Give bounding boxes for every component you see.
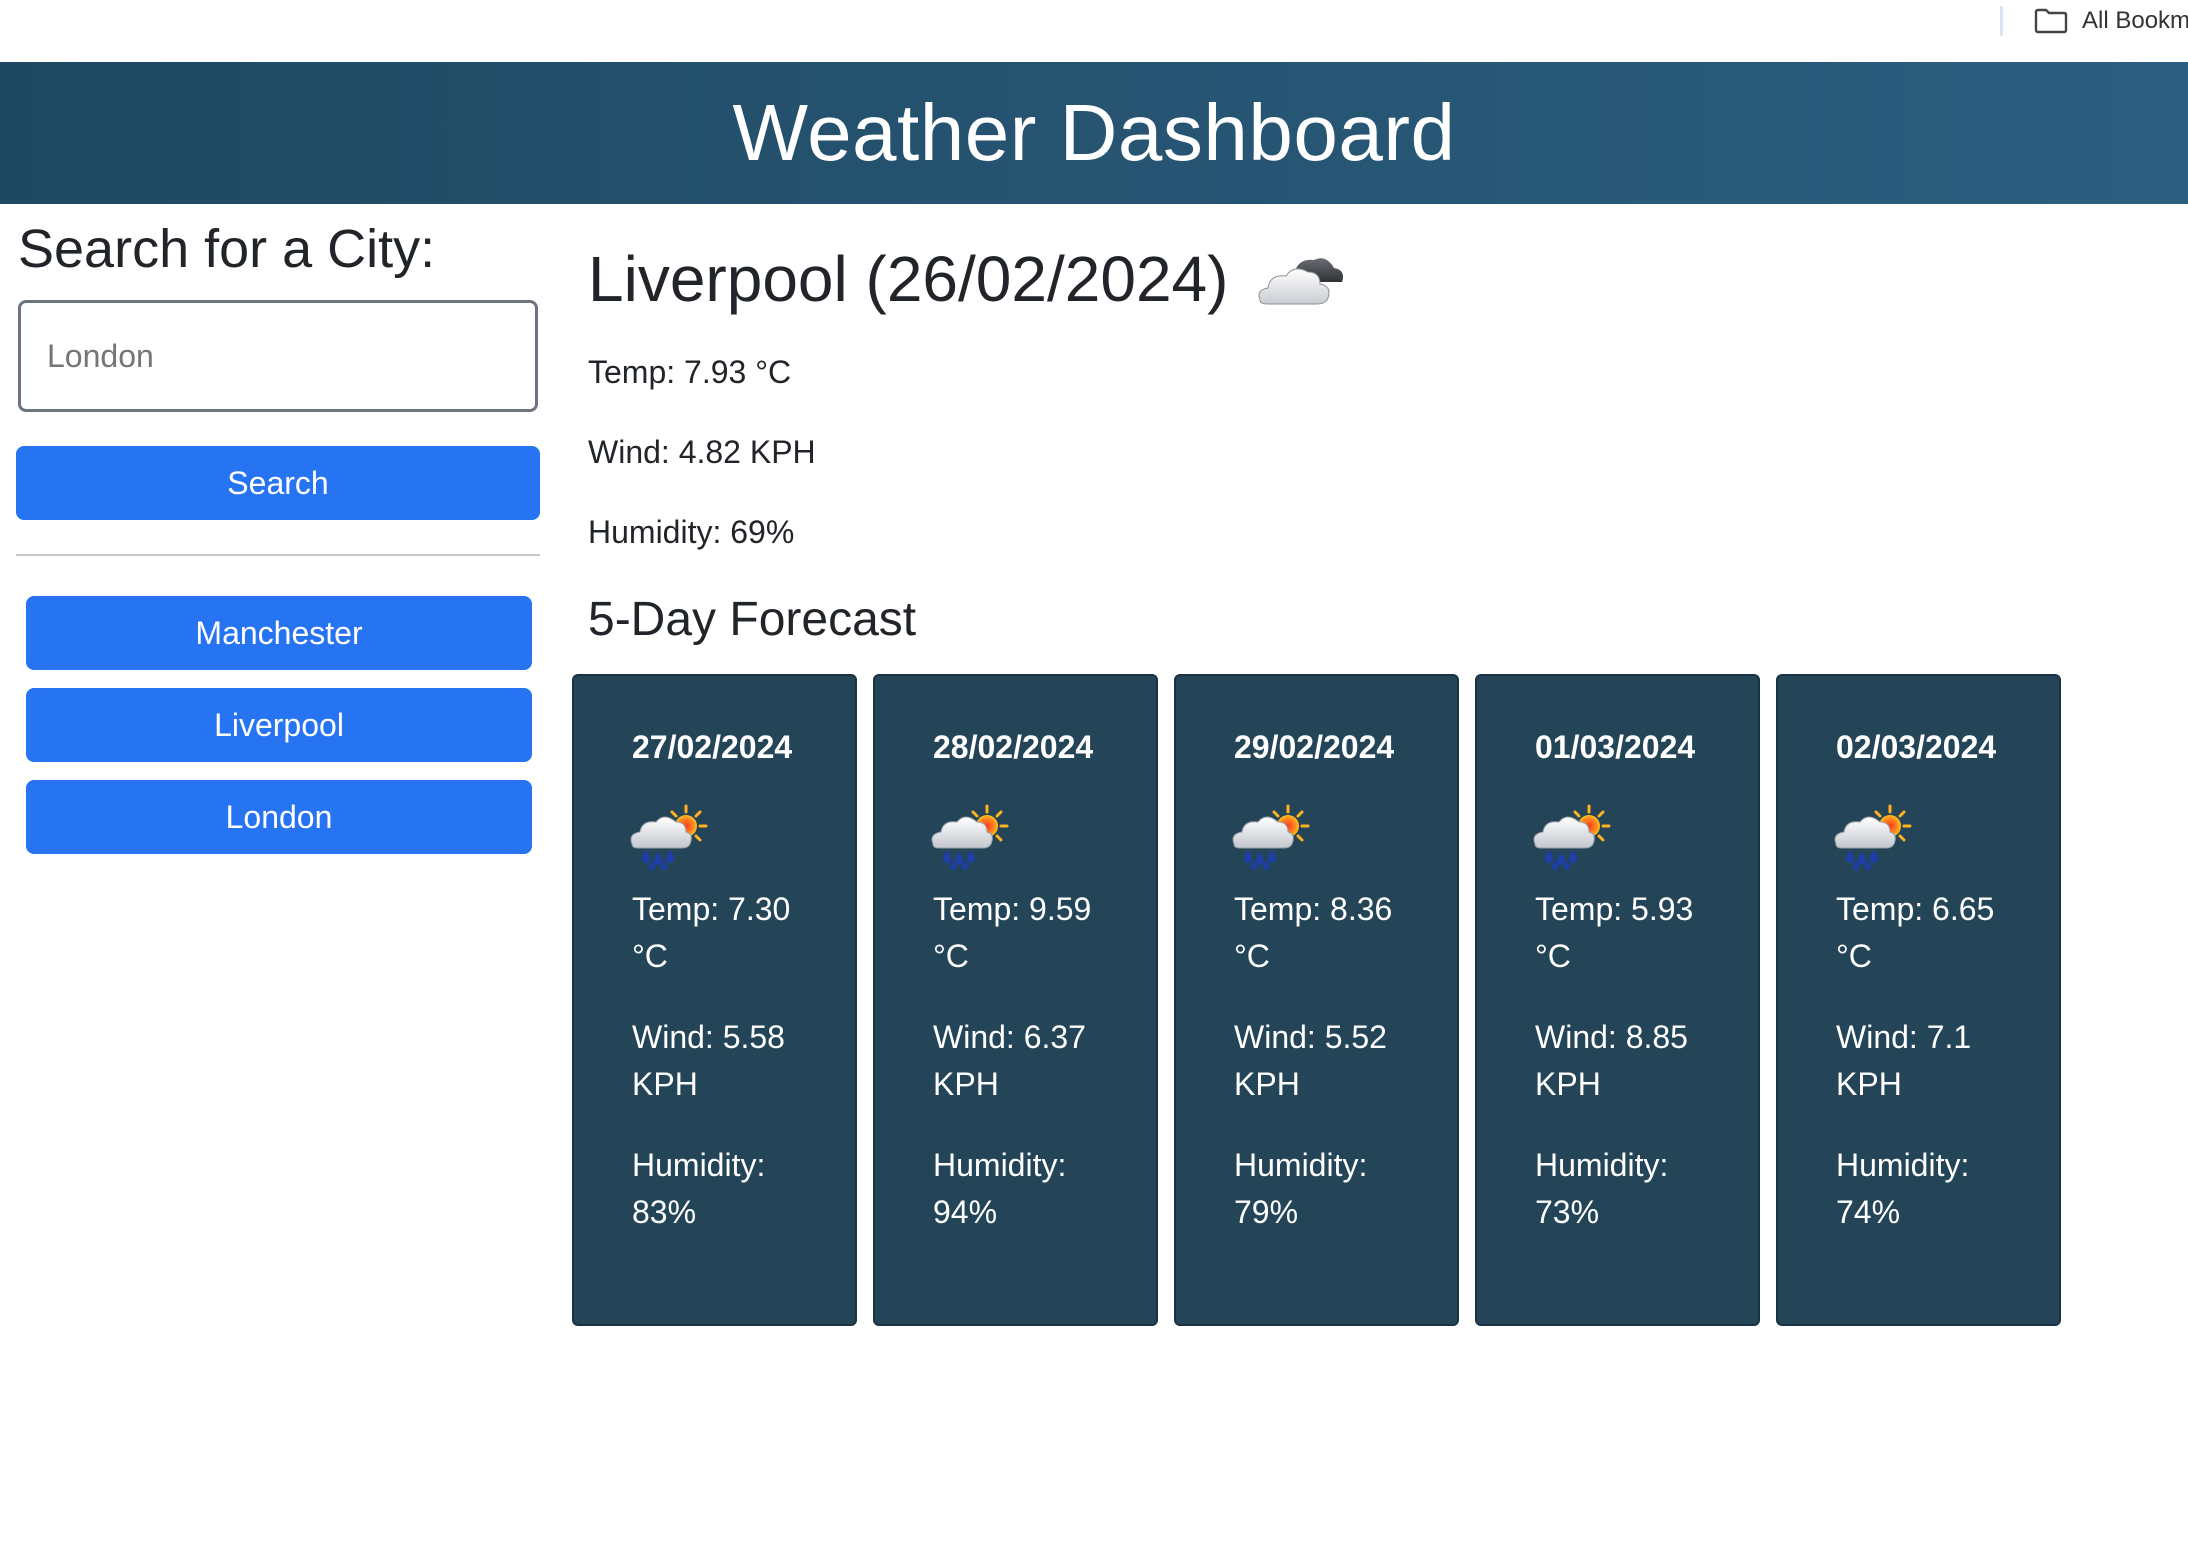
rain-sun-cloud-icon bbox=[1532, 804, 1611, 872]
bookmarks-divider bbox=[2000, 6, 2003, 36]
cloud-icon bbox=[1258, 258, 1344, 305]
forecast-wind: Wind: 5.52 KPH bbox=[1234, 1019, 1387, 1102]
city-search-input[interactable] bbox=[18, 300, 538, 412]
forecast-date: 01/03/2024 bbox=[1535, 729, 1696, 765]
forecast-wind: Wind: 6.37 KPH bbox=[933, 1019, 1086, 1102]
forecast-wind: Wind: 5.58 KPH bbox=[632, 1019, 785, 1102]
page-title: Weather Dashboard bbox=[732, 88, 1456, 177]
forecast-card: 02/03/2024 Temp: 6.65 °C Wind: 7.1 KPH H… bbox=[1776, 674, 2061, 1326]
forecast-humidity: Humidity: 79% bbox=[1234, 1147, 1368, 1230]
folder-icon bbox=[2034, 8, 2068, 34]
forecast-wind: Wind: 8.85 KPH bbox=[1535, 1019, 1688, 1102]
forecast-humidity: Humidity: 83% bbox=[632, 1147, 766, 1230]
current-humidity: Humidity: 69% bbox=[588, 514, 795, 550]
current-wind: Wind: 4.82 KPH bbox=[588, 434, 816, 470]
forecast-date: 28/02/2024 bbox=[933, 729, 1094, 765]
forecast-humidity: Humidity: 73% bbox=[1535, 1147, 1669, 1230]
forecast-temp: Temp: 7.30 °C bbox=[632, 891, 791, 974]
forecast-card: 29/02/2024 Temp: 8.36 °C Wind: 5.52 KPH … bbox=[1174, 674, 1459, 1326]
sidebar-divider bbox=[16, 554, 540, 556]
current-city-date: Liverpool (26/02/2024) bbox=[588, 243, 1229, 315]
rain-sun-cloud-icon bbox=[1231, 804, 1310, 872]
history-button-liverpool[interactable]: Liverpool bbox=[26, 688, 532, 762]
forecast-date: 29/02/2024 bbox=[1234, 729, 1395, 765]
current-temp: Temp: 7.93 °C bbox=[588, 354, 792, 390]
forecast-humidity: Humidity: 94% bbox=[933, 1147, 1067, 1230]
search-history: Manchester Liverpool London bbox=[26, 596, 540, 854]
current-weather-header: Liverpool (26/02/2024) bbox=[588, 242, 1346, 316]
rain-sun-cloud-icon bbox=[629, 804, 708, 872]
history-button-manchester[interactable]: Manchester bbox=[26, 596, 532, 670]
forecast-card: 28/02/2024 Temp: 9.59 °C Wind: 6.37 KPH … bbox=[873, 674, 1158, 1326]
forecast-temp: Temp: 8.36 °C bbox=[1234, 891, 1393, 974]
forecast-date: 02/03/2024 bbox=[1836, 729, 1997, 765]
history-button-london[interactable]: London bbox=[26, 780, 532, 854]
forecast-date: 27/02/2024 bbox=[632, 729, 793, 765]
forecast-wind: Wind: 7.1 KPH bbox=[1836, 1019, 1972, 1102]
forecast-cards: 27/02/2024 Temp: 7.30 °C Wind: 5.58 KPH … bbox=[572, 674, 2077, 1326]
forecast-card: 27/02/2024 Temp: 7.30 °C Wind: 5.58 KPH … bbox=[572, 674, 857, 1326]
forecast-humidity: Humidity: 74% bbox=[1836, 1147, 1970, 1230]
app-header: Weather Dashboard bbox=[0, 62, 2188, 204]
forecast-temp: Temp: 9.59 °C bbox=[933, 891, 1092, 974]
all-bookmarks-button[interactable]: All Bookm bbox=[2034, 4, 2188, 38]
forecast-temp: Temp: 6.65 °C bbox=[1836, 891, 1995, 974]
forecast-title: 5-Day Forecast bbox=[588, 593, 917, 646]
all-bookmarks-label: All Bookm bbox=[2082, 7, 2188, 34]
forecast-temp: Temp: 5.93 °C bbox=[1535, 891, 1694, 974]
rain-sun-cloud-icon bbox=[1833, 804, 1912, 872]
search-heading: Search for a City: bbox=[18, 219, 436, 279]
search-button[interactable]: Search bbox=[16, 446, 540, 520]
search-sidebar: Search for a City: Search Manchester Liv… bbox=[16, 204, 540, 872]
bookmarks-bar: All Bookm bbox=[0, 0, 2188, 62]
rain-sun-cloud-icon bbox=[930, 804, 1009, 872]
forecast-card: 01/03/2024 Temp: 5.93 °C Wind: 8.85 KPH … bbox=[1475, 674, 1760, 1326]
